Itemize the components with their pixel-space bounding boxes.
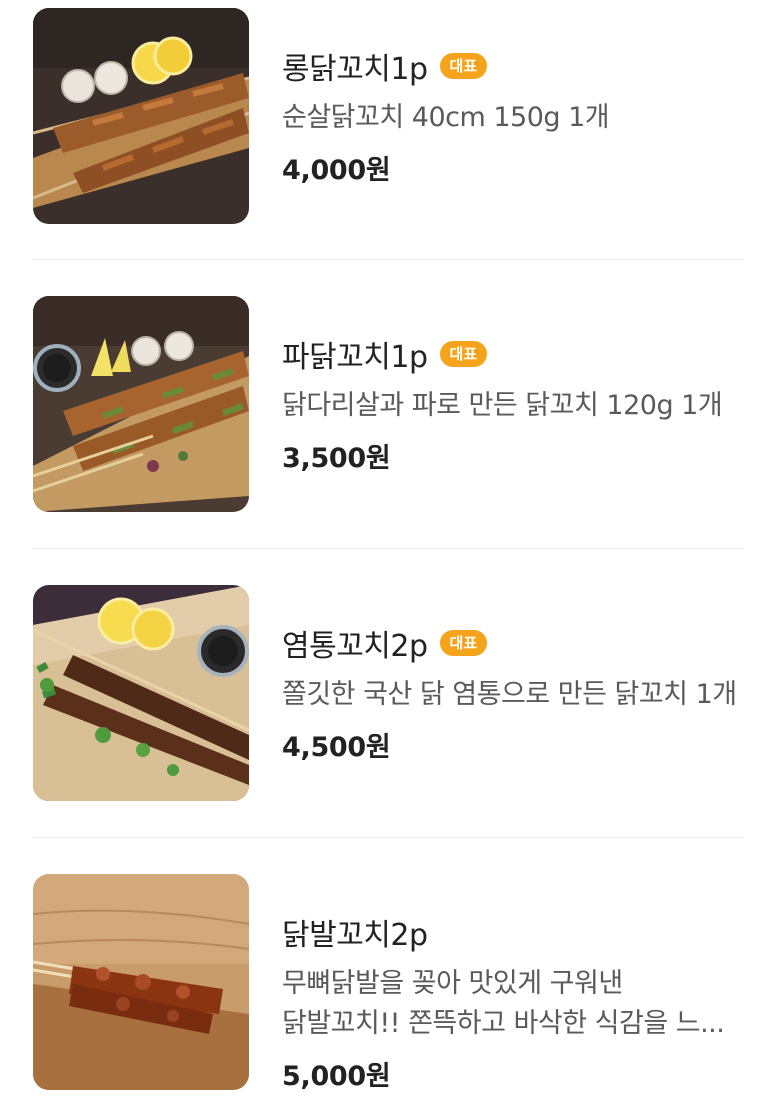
menu-item-chicken-feet-skewer[interactable]: 닭발꼬치2p 무뼈닭발을 꽂아 맛있게 구워낸 닭발꼬치!! 쫀뜩하고 바삭한 … [33,874,743,1094]
signature-badge: 대표 [439,53,488,79]
divider [33,548,743,549]
menu-item-chicken-heart-skewer[interactable]: 염통꼬치2p 대표 쫄깃한 국산 닭 염통으로 만든 닭꼬치 1개 4,500원 [33,585,743,805]
menu-item-description: 닭다리살과 파로 만든 닭꼬치 120g 1개 [282,390,723,421]
green-onion-chicken-skewer-image [33,296,249,512]
menu-item-price: 4,000원 [282,155,391,186]
chicken-heart-skewer-image [33,585,249,801]
signature-badge: 대표 [439,630,488,656]
menu-item-price: 5,000원 [282,1061,391,1092]
name-row: 파닭꼬치1p 대표 [282,324,743,384]
chicken-feet-skewer-image [33,874,249,1090]
menu-item-info: 염통꼬치2p 대표 쫄깃한 국산 닭 염통으로 만든 닭꼬치 1개 4,500원 [282,585,743,764]
menu-item-name: 롱닭꼬치1p [282,52,428,87]
menu-item-description: 무뼈닭발을 꽂아 맛있게 구워낸 닭발꼬치!! 쫀뜩하고 바삭한 식감을 느..… [282,968,725,1039]
name-row: 염통꼬치2p 대표 [282,613,743,673]
menu-item-info: 닭발꼬치2p 무뼈닭발을 꽂아 맛있게 구워낸 닭발꼬치!! 쫀뜩하고 바삭한 … [282,874,743,1093]
menu-item-price: 4,500원 [282,732,391,763]
menu-item-name: 염통꼬치2p [282,629,428,664]
name-row: 닭발꼬치2p [282,902,743,962]
signature-badge: 대표 [439,341,488,367]
menu-item-name: 닭발꼬치2p [282,918,428,953]
menu-item-long-chicken-skewer[interactable]: 롱닭꼬치1p 대표 순살닭꼬치 40cm 150g 1개 4,000원 [33,8,743,228]
menu-item-name: 파닭꼬치1p [282,340,428,375]
menu-item-info: 롱닭꼬치1p 대표 순살닭꼬치 40cm 150g 1개 4,000원 [282,8,743,187]
menu-item-green-onion-chicken-skewer[interactable]: 파닭꼬치1p 대표 닭다리살과 파로 만든 닭꼬치 120g 1개 3,500원 [33,296,743,516]
menu-item-description: 순살닭꼬치 40cm 150g 1개 [282,102,610,133]
menu-item-info: 파닭꼬치1p 대표 닭다리살과 파로 만든 닭꼬치 120g 1개 3,500원 [282,296,743,475]
menu-item-description: 쫄깃한 국산 닭 염통으로 만든 닭꼬치 1개 [282,679,737,710]
divider [33,259,743,260]
menu-item-price: 3,500원 [282,443,391,474]
divider [33,837,743,838]
name-row: 롱닭꼬치1p 대표 [282,36,743,96]
chicken-skewer-long-image [33,8,249,224]
